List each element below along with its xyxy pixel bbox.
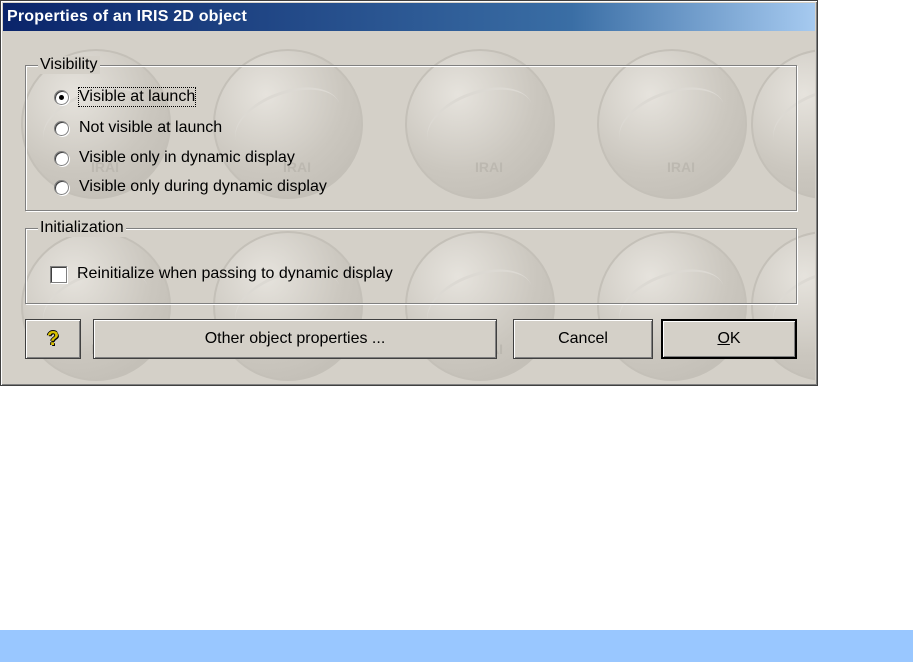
title-bar[interactable]: Properties of an IRIS 2D object — [3, 3, 815, 31]
radio-visible-only-during-dynamic-display[interactable]: Visible only during dynamic display — [54, 178, 327, 196]
radio-visible-only-in-dynamic-display[interactable]: Visible only in dynamic display — [54, 149, 295, 167]
radio-label: Visible only during dynamic display — [79, 178, 327, 195]
radio-button-selected[interactable] — [54, 89, 69, 105]
radio-button[interactable] — [54, 120, 69, 136]
reinitialize-checkbox[interactable] — [50, 265, 67, 283]
cancel-label: Cancel — [558, 330, 608, 347]
initialization-legend: Initialization — [38, 219, 126, 237]
window-title: Properties of an IRIS 2D object — [7, 8, 248, 25]
radio-button[interactable] — [54, 179, 69, 195]
properties-dialog: Properties of an IRIS 2D object Visibili… — [0, 0, 818, 386]
checkbox-label: Reinitialize when passing to dynamic dis… — [77, 265, 393, 282]
other-object-properties-label: Other object properties ... — [204, 330, 386, 347]
radio-visible-at-launch[interactable]: Visible at launch — [54, 87, 197, 107]
cancel-button[interactable]: Cancel — [513, 319, 653, 359]
initialization-group: Initialization Reinitialize when passing… — [25, 219, 797, 304]
radio-label: Not visible at launch — [79, 119, 223, 136]
bottom-highlight-bar — [0, 630, 913, 662]
help-button[interactable]: ? — [25, 319, 81, 359]
radio-label: Visible only in dynamic display — [79, 149, 295, 166]
radio-label: Visible at launch — [77, 87, 197, 107]
visibility-group: Visibility Visible at launch Not visible… — [25, 56, 797, 211]
radio-not-visible-at-launch[interactable]: Not visible at launch — [54, 119, 222, 137]
visibility-legend: Visibility — [38, 56, 100, 74]
ok-button[interactable]: OK — [661, 319, 797, 359]
other-object-properties-button[interactable]: Other object properties ... — [93, 319, 497, 359]
reinitialize-checkbox-row[interactable]: Reinitialize when passing to dynamic dis… — [50, 265, 393, 283]
radio-button[interactable] — [54, 150, 69, 166]
question-mark-icon: ? — [46, 327, 60, 350]
ok-label: OK — [717, 330, 741, 347]
